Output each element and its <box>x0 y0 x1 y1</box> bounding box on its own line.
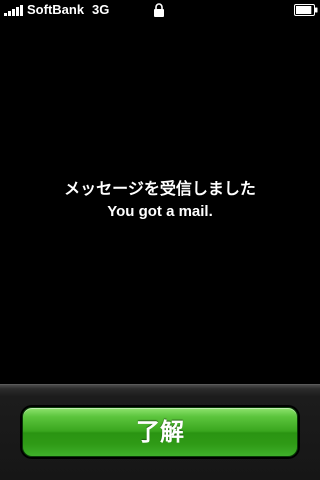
alert-message-japanese: メッセージを受信しました <box>64 179 256 198</box>
carrier-name: SoftBank <box>27 2 85 17</box>
network-type: 3G <box>92 2 110 17</box>
alert-message-english: You got a mail. <box>107 203 213 220</box>
ok-button[interactable]: 了解 <box>22 407 298 457</box>
status-bar: SoftBank 3G <box>0 0 320 20</box>
lock-icon <box>154 3 164 17</box>
signal-bars-icon <box>4 5 26 16</box>
alert-message: メッセージを受信しました You got a mail. <box>0 178 320 223</box>
battery-icon <box>294 4 318 16</box>
alert-screen: SoftBank 3G メッセージを受信しました You got a mail.… <box>0 0 320 480</box>
